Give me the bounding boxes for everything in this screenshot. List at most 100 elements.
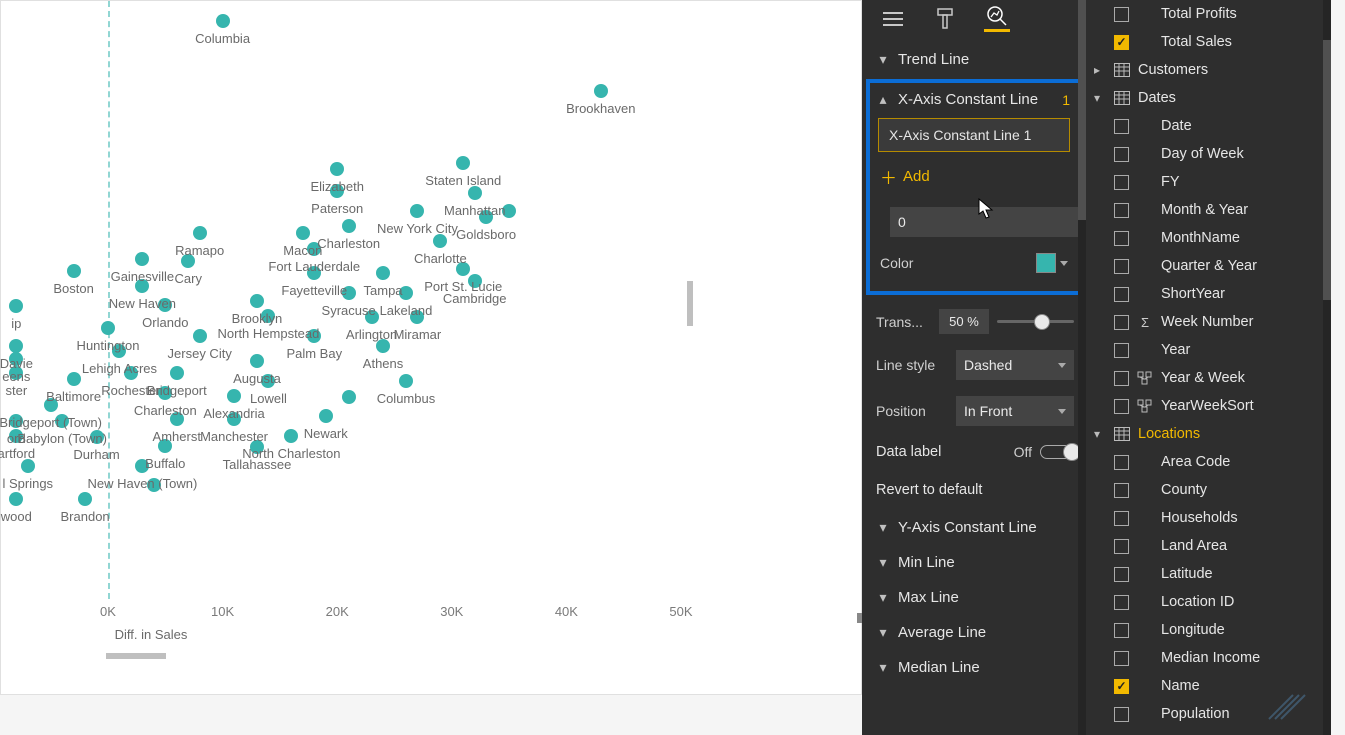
field-checkbox[interactable] — [1114, 203, 1129, 218]
transparency-slider[interactable] — [997, 320, 1074, 323]
field-item[interactable]: Land Area — [1086, 532, 1331, 560]
data-point[interactable] — [124, 366, 138, 380]
data-point[interactable] — [399, 286, 413, 300]
field-item[interactable]: Location ID — [1086, 588, 1331, 616]
data-point[interactable] — [479, 210, 493, 224]
table-dates[interactable]: ▾Dates — [1086, 84, 1331, 112]
field-checkbox[interactable] — [1114, 7, 1129, 22]
field-item[interactable]: Total Profits — [1086, 0, 1331, 28]
data-point[interactable] — [67, 372, 81, 386]
section-median-line[interactable]: ▾ Median Line — [862, 650, 1086, 685]
data-point[interactable] — [399, 374, 413, 388]
data-point[interactable] — [594, 84, 608, 98]
data-point[interactable] — [296, 226, 310, 240]
data-point[interactable] — [67, 264, 81, 278]
section-y-axis-constant[interactable]: ▾ Y-Axis Constant Line — [862, 510, 1086, 545]
field-checkbox[interactable] — [1114, 679, 1129, 694]
data-point[interactable] — [330, 162, 344, 176]
field-checkbox[interactable] — [1114, 343, 1129, 358]
revert-to-default-button[interactable]: Revert to default — [862, 470, 1086, 510]
field-item[interactable]: Median Income — [1086, 644, 1331, 672]
data-point[interactable] — [227, 412, 241, 426]
data-point[interactable] — [135, 279, 149, 293]
data-point[interactable] — [158, 298, 172, 312]
field-checkbox[interactable] — [1114, 147, 1129, 162]
field-checkbox[interactable] — [1114, 539, 1129, 554]
data-point[interactable] — [502, 204, 516, 218]
field-checkbox[interactable] — [1114, 455, 1129, 470]
data-point[interactable] — [158, 386, 172, 400]
field-item[interactable]: Year & Week — [1086, 364, 1331, 392]
table-customers[interactable]: ▸Customers — [1086, 56, 1331, 84]
field-checkbox[interactable] — [1114, 119, 1129, 134]
data-point[interactable] — [170, 412, 184, 426]
field-checkbox[interactable] — [1114, 511, 1129, 526]
data-point[interactable] — [307, 266, 321, 280]
data-point[interactable] — [468, 274, 482, 288]
data-point[interactable] — [21, 459, 35, 473]
transparency-value-box[interactable]: 50 % — [939, 309, 989, 334]
field-checkbox[interactable] — [1114, 707, 1129, 722]
field-item[interactable]: Total Sales — [1086, 28, 1331, 56]
field-item[interactable]: Area Code — [1086, 448, 1331, 476]
data-point[interactable] — [433, 234, 447, 248]
data-point[interactable] — [468, 186, 482, 200]
field-checkbox[interactable] — [1114, 287, 1129, 302]
data-point[interactable] — [410, 204, 424, 218]
data-point[interactable] — [456, 262, 470, 276]
constant-line-name-input[interactable]: X-Axis Constant Line 1 — [878, 118, 1070, 152]
data-point[interactable] — [307, 242, 321, 256]
data-point[interactable] — [90, 430, 104, 444]
data-point[interactable] — [44, 398, 58, 412]
fields-scrollbar[interactable] — [1323, 0, 1331, 735]
field-checkbox[interactable] — [1114, 483, 1129, 498]
data-point[interactable] — [250, 354, 264, 368]
field-item[interactable]: Day of Week — [1086, 140, 1331, 168]
field-item[interactable]: YearWeekSort — [1086, 392, 1331, 420]
field-item[interactable]: Date — [1086, 112, 1331, 140]
data-point[interactable] — [101, 321, 115, 335]
data-point[interactable] — [9, 492, 23, 506]
analytics-scrollbar[interactable] — [1078, 0, 1086, 735]
section-x-axis-constant-header[interactable]: ▴ X-Axis Constant Line 1 — [876, 89, 1072, 114]
table-locations[interactable]: ▾Locations — [1086, 420, 1331, 448]
field-checkbox[interactable] — [1114, 175, 1129, 190]
field-checkbox[interactable] — [1114, 231, 1129, 246]
data-point[interactable] — [284, 429, 298, 443]
chart-scroll-v[interactable] — [687, 281, 693, 326]
field-item[interactable]: Households — [1086, 504, 1331, 532]
data-point[interactable] — [193, 226, 207, 240]
data-point[interactable] — [319, 409, 333, 423]
data-point[interactable] — [410, 310, 424, 324]
field-item[interactable]: FY — [1086, 168, 1331, 196]
data-point[interactable] — [250, 440, 264, 454]
data-point[interactable] — [216, 14, 230, 28]
data-point[interactable] — [365, 310, 379, 324]
section-max-line[interactable]: ▾ Max Line — [862, 580, 1086, 615]
field-checkbox[interactable] — [1114, 567, 1129, 582]
data-point[interactable] — [261, 309, 275, 323]
position-select[interactable]: In Front — [956, 396, 1074, 426]
section-average-line[interactable]: ▾ Average Line — [862, 615, 1086, 650]
field-item[interactable]: Month & Year — [1086, 196, 1331, 224]
field-checkbox[interactable] — [1114, 623, 1129, 638]
chart-scroll-h[interactable] — [106, 653, 166, 659]
line-style-select[interactable]: Dashed — [956, 350, 1074, 380]
data-point[interactable] — [9, 299, 23, 313]
data-point[interactable] — [9, 352, 23, 366]
data-point[interactable] — [135, 252, 149, 266]
data-point[interactable] — [9, 366, 23, 380]
field-checkbox[interactable] — [1114, 35, 1129, 50]
chart-plot-area[interactable]: ColumbiaBrookhavenStaten IslandElizabeth… — [1, 1, 693, 611]
data-point[interactable] — [250, 294, 264, 308]
data-point[interactable] — [181, 254, 195, 268]
color-picker[interactable] — [1036, 253, 1068, 273]
data-point[interactable] — [135, 459, 149, 473]
field-item[interactable]: ShortYear — [1086, 280, 1331, 308]
data-point[interactable] — [456, 156, 470, 170]
data-point[interactable] — [9, 414, 23, 428]
data-point[interactable] — [147, 478, 161, 492]
data-point[interactable] — [227, 389, 241, 403]
data-point[interactable] — [342, 219, 356, 233]
field-item[interactable]: ΣWeek Number — [1086, 308, 1331, 336]
